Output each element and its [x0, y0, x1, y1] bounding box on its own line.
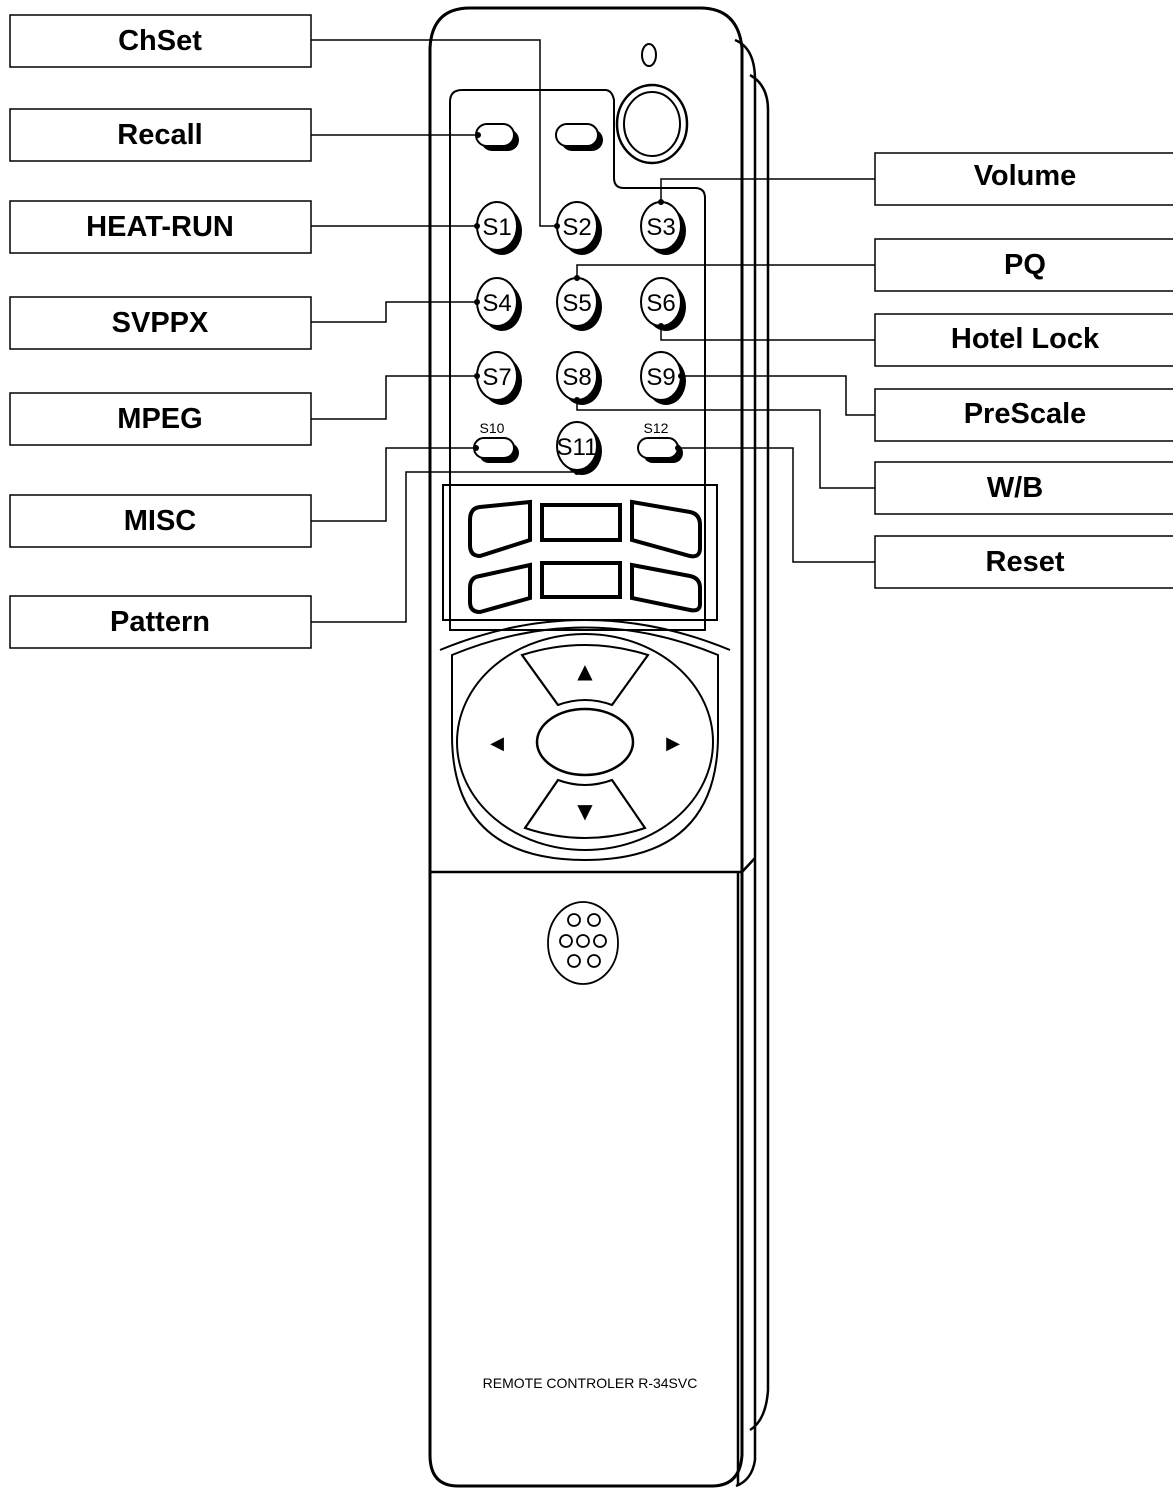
- s12-label: S12: [644, 420, 669, 436]
- label-mpeg-text: MPEG: [117, 403, 202, 435]
- s5-button[interactable]: S5: [556, 277, 602, 331]
- s1-label: S1: [482, 214, 511, 241]
- label-svppx-text: SVPPX: [112, 307, 209, 339]
- s2-button[interactable]: S2: [556, 201, 602, 255]
- label-hotel-lock-text: Hotel Lock: [951, 323, 1100, 355]
- label-wb: W/B: [874, 461, 1173, 515]
- label-chset: ChSet: [9, 14, 312, 68]
- s8-button[interactable]: S8: [556, 351, 602, 405]
- label-prescale-text: PreScale: [964, 398, 1087, 430]
- s10-button[interactable]: S10: [473, 420, 519, 463]
- left-labels: ChSet Recall HEAT-RUN SVPPX MPEG MISC Pa…: [9, 14, 312, 649]
- s4-button[interactable]: S4: [476, 277, 522, 331]
- label-wb-text: W/B: [987, 472, 1043, 504]
- label-pattern-text: Pattern: [110, 606, 210, 638]
- top-pill-button[interactable]: [555, 123, 603, 151]
- s11-label: S11: [557, 434, 598, 461]
- s12-button[interactable]: S12: [637, 420, 683, 463]
- arrow-up-icon: ▲: [577, 659, 593, 683]
- key-top-middle[interactable]: [540, 503, 622, 542]
- label-recall: Recall: [9, 108, 312, 162]
- label-pq: PQ: [874, 238, 1173, 292]
- recall-button[interactable]: [475, 123, 519, 151]
- model-name: REMOTE CONTROLER R-34SVC: [483, 1375, 698, 1391]
- s2-label: S2: [562, 214, 591, 241]
- s9-label: S9: [646, 364, 675, 391]
- label-pattern: Pattern: [9, 595, 312, 649]
- key-top-left[interactable]: [468, 499, 532, 559]
- s6-label: S6: [646, 290, 675, 317]
- label-prescale: PreScale: [874, 388, 1173, 442]
- label-reset-text: Reset: [986, 546, 1065, 578]
- dpad: [439, 619, 731, 862]
- s9-button[interactable]: S9: [640, 351, 686, 405]
- led-indicator-icon: [641, 43, 657, 67]
- s1-button[interactable]: S1: [476, 201, 522, 255]
- label-chset-text: ChSet: [118, 25, 202, 57]
- s10-label: S10: [480, 420, 505, 436]
- label-hotel-lock: Hotel Lock: [874, 313, 1173, 367]
- remote-diagram: S1 S2 S3 S4 S5 S6 S7 S8 S9 S10 S11 S12 ▲…: [9, 6, 1173, 1488]
- s7-button[interactable]: S7: [476, 351, 522, 405]
- s6-button[interactable]: S6: [640, 277, 686, 331]
- label-recall-text: Recall: [117, 119, 202, 151]
- label-volume: Volume: [874, 152, 1173, 206]
- label-heat-run-text: HEAT-RUN: [86, 211, 234, 243]
- s4-label: S4: [482, 290, 511, 317]
- s5-label: S5: [562, 290, 591, 317]
- arrow-down-icon: ▼: [577, 799, 593, 823]
- speaker-grille-icon: [547, 901, 619, 985]
- s3-label: S3: [646, 214, 675, 241]
- right-labels: Volume PQ Hotel Lock PreScale W/B Reset: [874, 152, 1173, 589]
- label-volume-text: Volume: [974, 160, 1077, 192]
- s8-label: S8: [562, 364, 591, 391]
- power-button[interactable]: [615, 83, 689, 165]
- dpad-ok-button[interactable]: [535, 707, 635, 777]
- label-mpeg: MPEG: [9, 392, 312, 446]
- label-misc: MISC: [9, 494, 312, 548]
- s3-button[interactable]: S3: [640, 201, 686, 255]
- key-block: [468, 499, 702, 615]
- label-pq-text: PQ: [1004, 249, 1046, 281]
- s7-label: S7: [482, 364, 511, 391]
- label-heat-run: HEAT-RUN: [9, 200, 312, 254]
- label-misc-text: MISC: [124, 505, 197, 537]
- label-reset: Reset: [874, 535, 1173, 589]
- arrow-left-icon: ◀: [490, 733, 504, 754]
- key-bottom-right[interactable]: [630, 562, 702, 613]
- key-top-right[interactable]: [630, 499, 702, 559]
- key-bottom-middle[interactable]: [540, 561, 622, 599]
- arrow-right-icon: ▶: [666, 733, 680, 754]
- key-bottom-left[interactable]: [468, 562, 532, 615]
- s11-button[interactable]: S11: [556, 421, 602, 475]
- label-svppx: SVPPX: [9, 296, 312, 350]
